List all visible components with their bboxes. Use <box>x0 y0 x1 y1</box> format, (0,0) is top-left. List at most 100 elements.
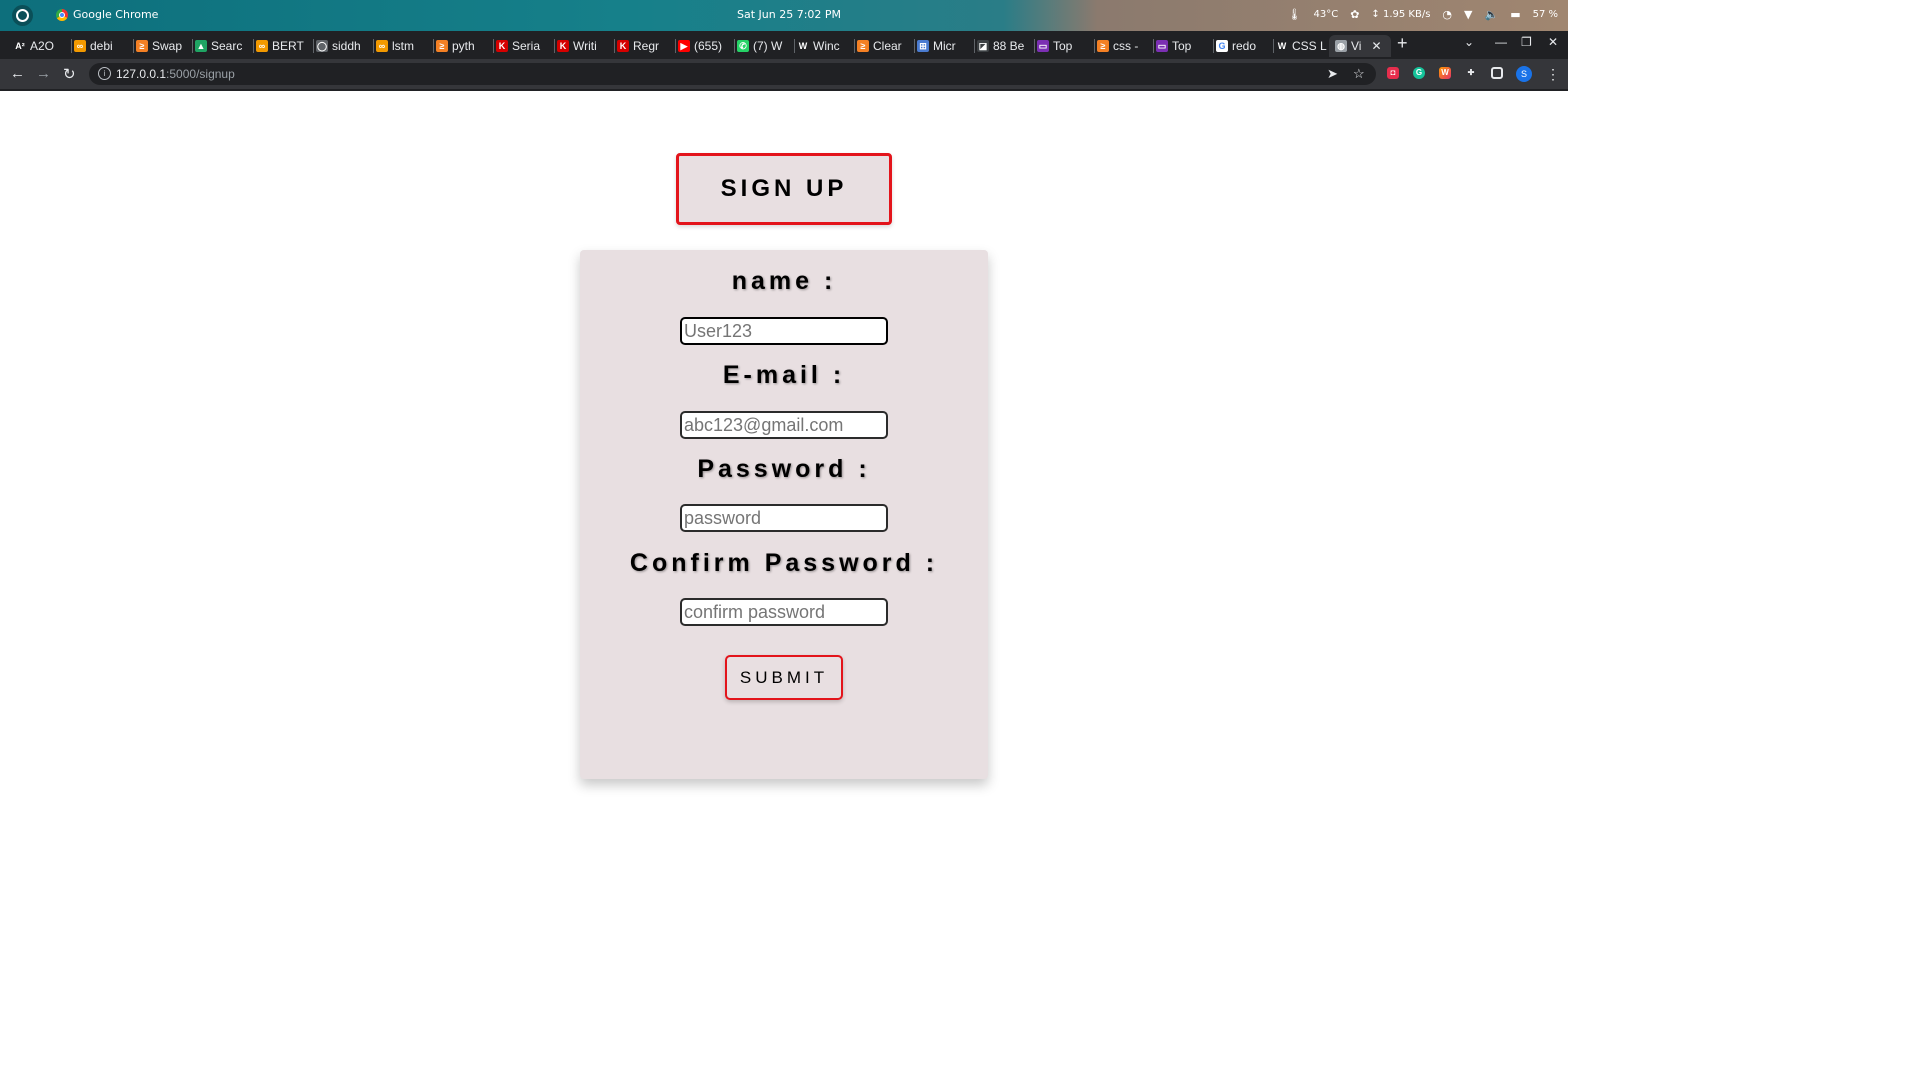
tab-favicon-icon: ∞ <box>256 40 268 52</box>
url-host: 127.0.0.1 <box>116 67 167 81</box>
tab-label: (7) W <box>753 39 783 53</box>
vpn-icon[interactable]: ▼ <box>1464 8 1472 21</box>
browser-tab[interactable]: ≥ Clear <box>851 37 915 55</box>
puzzle-extensions-icon[interactable]: ✚ <box>1465 67 1477 79</box>
email-input[interactable] <box>680 411 888 439</box>
tab-favicon-icon: W <box>1276 40 1288 52</box>
new-tab-button[interactable]: + <box>1397 33 1408 54</box>
activities-icon[interactable] <box>12 5 33 26</box>
url-text[interactable]: 127.0.0.1:5000/signup <box>116 67 235 81</box>
tab-strip: A² A2O ∞ debi ≥ Swap ▲ Searc ∞ BERT ◯ siddh ∞ lstm ≥ py… <box>0 31 1568 59</box>
grammarly-icon[interactable]: G <box>1413 67 1425 79</box>
tab-label: Regr <box>633 39 660 53</box>
browser-tab[interactable]: K Writi <box>551 37 615 55</box>
browser-tab[interactable]: ◪ 88 Be <box>971 37 1035 55</box>
side-panel-icon[interactable] <box>1491 67 1503 79</box>
tab-favicon-icon: ▲ <box>195 40 207 52</box>
tab-favicon-icon: K <box>496 40 508 52</box>
tab-label: Top <box>1053 39 1073 53</box>
tab-label: CSS L <box>1292 39 1327 53</box>
tab-close-icon[interactable]: ✕ <box>1371 39 1381 53</box>
tab-label: debi <box>90 39 113 53</box>
browser-tab[interactable]: Gredo <box>1210 37 1274 55</box>
extension-tray-icon[interactable]: ✿ <box>1350 8 1359 21</box>
browser-toolbar: ← → ↻ i 127.0.0.1:5000/signup ➤ ☆ ◘ G W … <box>0 59 1568 90</box>
site-info-icon[interactable]: i <box>98 67 111 80</box>
profile-avatar[interactable]: S <box>1516 66 1532 82</box>
tab-label: Vi <box>1351 39 1362 53</box>
tab-label: Swap <box>152 39 183 53</box>
bookmark-star-icon[interactable]: ☆ <box>1353 66 1365 82</box>
browser-tab[interactable]: ∞ lstm <box>370 37 434 55</box>
tab-favicon-icon: A² <box>14 40 26 52</box>
name-input[interactable] <box>680 317 888 345</box>
extension-1-icon[interactable]: ◘ <box>1387 67 1399 79</box>
back-arrow-icon[interactable]: ← <box>10 65 25 82</box>
more-menu-icon[interactable]: ⋮ <box>1546 66 1560 83</box>
focused-app[interactable]: Google Chrome <box>56 8 158 21</box>
browser-tab[interactable]: ▭ Top <box>1031 37 1095 55</box>
browser-tab[interactable]: ∞ BERT <box>250 37 314 55</box>
close-window-button[interactable]: ✕ <box>1548 35 1558 49</box>
signup-form: name : E-mail : Password : Confirm Passw… <box>580 250 988 779</box>
browser-tab[interactable]: ▭ Top <box>1150 37 1214 55</box>
browser-tab[interactable]: W CSS L <box>1270 37 1333 55</box>
tab-favicon-icon: K <box>617 40 629 52</box>
tab-label: pyth <box>452 39 475 53</box>
browser-tab[interactable]: ✆ (7) W <box>731 37 795 55</box>
tab-search-icon[interactable]: ⌄ <box>1464 35 1474 49</box>
browser-tab[interactable]: K Regr <box>611 37 676 55</box>
browser-tab[interactable]: ▶ (655) <box>672 37 735 55</box>
network-speed: ↕ 1.95 KB/s <box>1371 9 1431 20</box>
address-bar[interactable]: i 127.0.0.1:5000/signup ➤ ☆ <box>89 63 1376 85</box>
battery-icon[interactable]: ▬ <box>1510 8 1520 21</box>
tab-favicon-icon: ◪ <box>977 40 989 52</box>
tab-label: Searc <box>211 39 243 53</box>
browser-tab[interactable]: ≥ Swap <box>130 37 193 55</box>
page-title: SIGN UP <box>676 153 892 225</box>
extension-3-icon[interactable]: W <box>1439 67 1451 79</box>
tab-favicon-icon: ≥ <box>136 40 148 52</box>
browser-tab[interactable]: W Winc <box>791 37 855 55</box>
volume-icon[interactable]: 🔈 <box>1484 8 1498 21</box>
browser-tab[interactable]: ∞ debi <box>68 37 134 55</box>
name-label: name : <box>731 267 837 295</box>
browser-tab[interactable]: ◍ Vi ✕ <box>1329 35 1391 57</box>
tab-label: Winc <box>813 39 840 53</box>
browser-tab[interactable]: ⊞ Micr <box>911 37 975 55</box>
thermometer-icon: 🌡 <box>1287 8 1302 21</box>
submit-button[interactable]: SUBMIT <box>725 655 843 700</box>
confirm-password-input[interactable] <box>680 598 888 626</box>
tab-favicon-icon: ≥ <box>436 40 448 52</box>
browser-tab[interactable]: ≥ pyth <box>430 37 494 55</box>
tab-favicon-icon: ▭ <box>1037 40 1049 52</box>
password-input[interactable] <box>680 504 888 532</box>
browser-tab[interactable]: ◯ siddh <box>310 37 374 55</box>
browser-tab[interactable]: ▲ Searc <box>189 37 254 55</box>
tab-label: Seria <box>512 39 541 53</box>
reload-icon[interactable]: ↻ <box>63 65 76 83</box>
tab-label: lstm <box>392 39 414 53</box>
tab-favicon-icon: ▶ <box>678 40 690 52</box>
tab-label: redo <box>1232 39 1257 53</box>
forward-arrow-icon[interactable]: → <box>36 65 51 82</box>
browser-tab[interactable]: A² A2O <box>8 37 72 55</box>
tab-favicon-icon: ∞ <box>376 40 388 52</box>
browser-tab[interactable]: K Seria <box>490 37 555 55</box>
app-name-label: Google Chrome <box>73 8 159 21</box>
tab-favicon-icon: ✆ <box>737 40 749 52</box>
tab-favicon-icon: ▭ <box>1156 40 1168 52</box>
clock[interactable]: Sat Jun 25 7:02 PM <box>737 8 841 21</box>
tab-label: BERT <box>272 39 304 53</box>
browser-tab[interactable]: ≥ css - <box>1091 37 1154 55</box>
wifi-icon[interactable]: ◔ <box>1442 8 1452 21</box>
restore-button[interactable]: ❐ <box>1521 35 1532 49</box>
tab-favicon-icon: ∞ <box>74 40 86 52</box>
send-tab-icon[interactable]: ➤ <box>1327 66 1338 82</box>
system-tray[interactable]: 🌡 43°C ✿ ↕ 1.95 KB/s ◔ ▼ 🔈 ▬ 57 % <box>1288 8 1559 21</box>
tab-favicon-icon: ◍ <box>1335 40 1347 52</box>
minimize-button[interactable]: — <box>1495 35 1507 49</box>
tab-label: Top <box>1172 39 1192 53</box>
chrome-icon <box>56 8 68 21</box>
os-top-bar: Google Chrome Sat Jun 25 7:02 PM 🌡 43°C … <box>0 0 1568 31</box>
